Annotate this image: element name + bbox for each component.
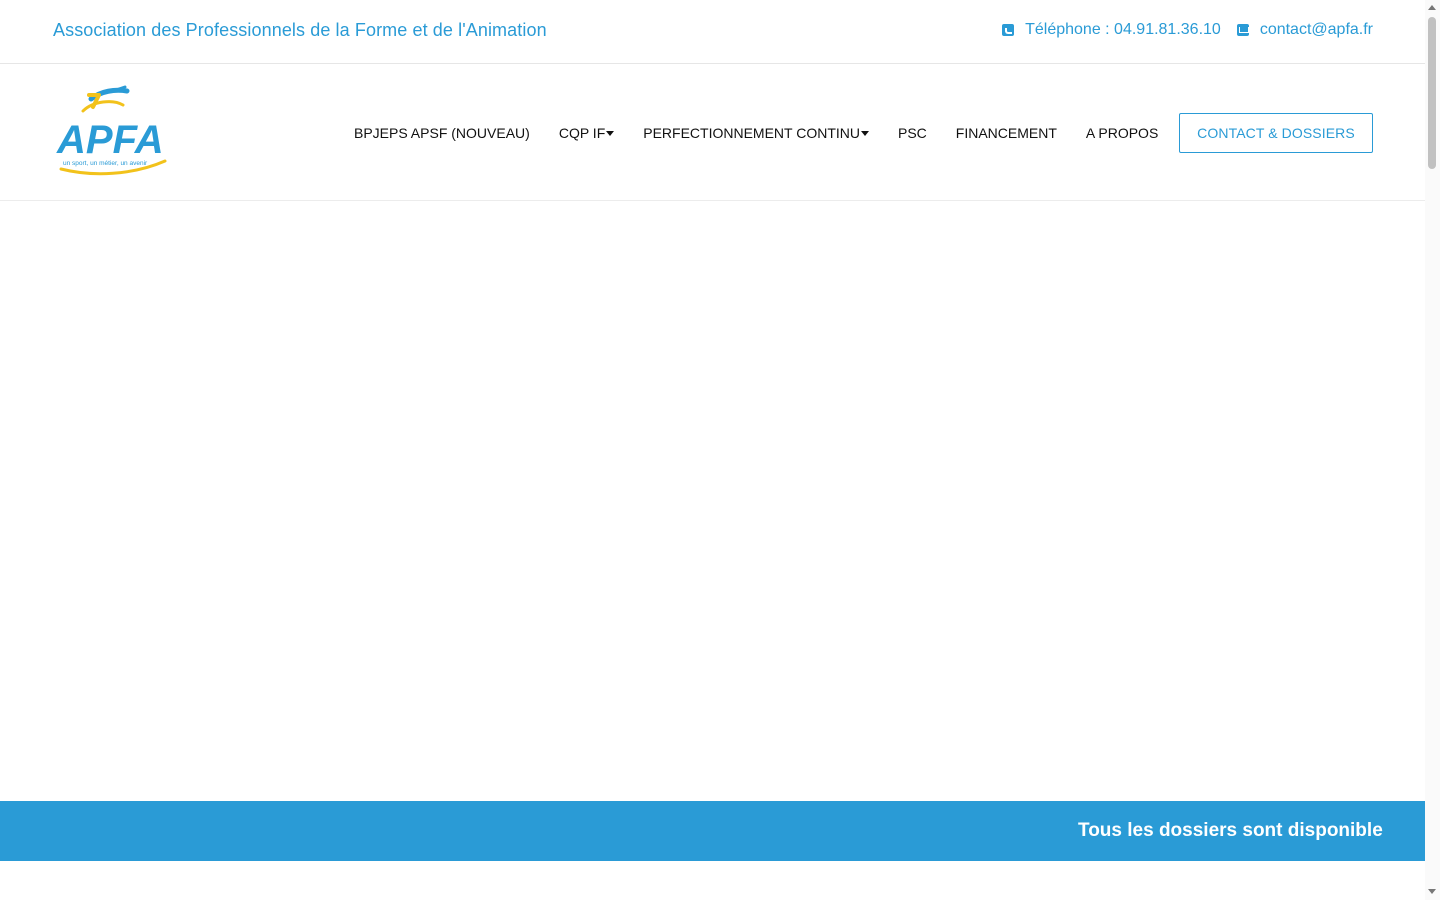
main-nav: BPJEPS APSF (NOUVEAU) CQP IF PERFECTIONN… xyxy=(354,125,1158,141)
nav-item-label: A PROPOS xyxy=(1085,125,1159,141)
nav-item-label: CQP IF xyxy=(558,125,606,141)
scroll-up-arrow-icon[interactable] xyxy=(1428,5,1436,10)
caret-down-icon xyxy=(861,131,869,136)
banner-marquee: Tous les dossiers sont disponibles xyxy=(0,801,1383,861)
page: Association des Professionnels de la For… xyxy=(0,0,1425,900)
contact-info: Téléphone : 04.91.81.36.10 contact@apfa.… xyxy=(1002,21,1373,39)
email-link[interactable]: contact@apfa.fr xyxy=(1260,21,1373,39)
nav-item-label: FINANCEMENT xyxy=(955,125,1057,141)
logo-wordmark: APFA xyxy=(56,118,164,162)
contact-dossiers-button[interactable]: CONTACT & DOSSIERS xyxy=(1179,113,1373,153)
nav-item-label: PSC xyxy=(898,125,927,141)
phone-icon xyxy=(1002,24,1015,36)
logo-tagline: un sport, un métier, un avenir xyxy=(63,160,148,167)
apfa-logo[interactable]: APFA un sport, un métier, un avenir xyxy=(53,85,169,179)
email-contact[interactable]: contact@apfa.fr xyxy=(1236,21,1373,39)
site-header: APFA un sport, un métier, un avenir BPJE… xyxy=(0,65,1425,201)
nav-item-psc[interactable]: PSC xyxy=(898,125,927,141)
caret-down-icon xyxy=(606,131,615,136)
logo-graphic: APFA un sport, un métier, un avenir xyxy=(56,85,167,176)
nav-item-financement[interactable]: FINANCEMENT xyxy=(956,125,1057,141)
nav-item-a-propos[interactable]: A PROPOS xyxy=(1086,125,1158,141)
vertical-scrollbar[interactable] xyxy=(1425,0,1440,900)
nav-item-label: BPJEPS APSF (NOUVEAU) xyxy=(354,125,530,141)
nav-item-cqp-if[interactable]: CQP IF xyxy=(558,125,615,141)
banner-text: Tous les dossiers sont disponibles xyxy=(1078,820,1383,841)
top-bar: Association des Professionnels de la For… xyxy=(0,0,1425,64)
scroll-thumb[interactable] xyxy=(1428,17,1436,169)
nav-item-perfectionnement-continu[interactable]: PERFECTIONNEMENT CONTINU xyxy=(643,125,869,141)
phone-label[interactable]: Téléphone : 04.91.81.36.10 xyxy=(1025,21,1221,39)
scroll-down-arrow-icon[interactable] xyxy=(1428,889,1436,894)
envelope-icon xyxy=(1236,24,1249,36)
nav-item-bpjeps-apsf[interactable]: BPJEPS APSF (NOUVEAU) xyxy=(354,125,530,141)
organization-name: Association des Professionnels de la For… xyxy=(53,20,547,40)
announcement-banner: Tous les dossiers sont disponibles xyxy=(0,801,1425,861)
nav-item-label: PERFECTIONNEMENT CONTINU xyxy=(643,125,860,141)
phone-contact[interactable]: Téléphone : 04.91.81.36.10 xyxy=(1002,21,1221,39)
